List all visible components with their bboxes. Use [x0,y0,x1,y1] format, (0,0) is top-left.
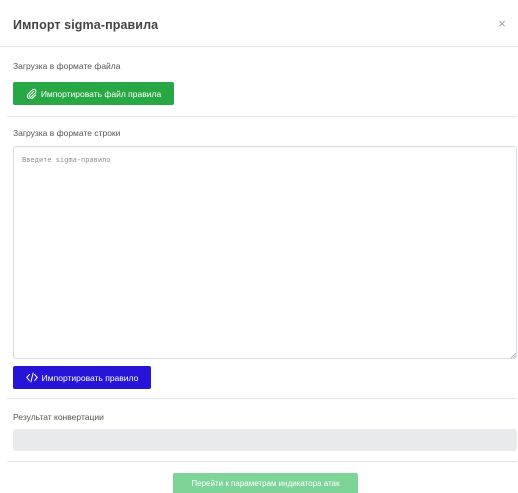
import-file-button-label: Импортировать файл правила [40,88,162,99]
conversion-result-field [13,429,517,451]
paperclip-icon [26,88,37,99]
divider [7,461,517,462]
divider [7,116,517,117]
sigma-rule-textarea[interactable] [13,146,517,359]
import-file-button[interactable]: Импортировать файл правила [13,82,174,105]
file-upload-label: Загрузка в формате файла [13,61,121,71]
conversion-result-label: Результат конвертации [13,412,104,422]
resize-handle-icon[interactable] [510,352,516,358]
code-icon [25,372,38,383]
close-icon: × [498,16,506,31]
next-button-label: Перейти к параметрам индикатора атак [191,478,340,488]
import-sigma-rule-modal: Импорт sigma-правила × Загрузка в формат… [0,0,518,493]
string-upload-label: Загрузка в формате строки [13,128,121,138]
modal-title: Импорт sigma-правила [13,18,159,32]
divider [7,398,517,399]
import-rule-button-label: Импортировать правило [41,372,139,383]
import-rule-button[interactable]: Импортировать правило [13,366,151,389]
modal-header: Импорт sigma-правила × [0,0,518,47]
go-to-attack-indicator-params-button[interactable]: Перейти к параметрам индикатора атак [173,473,358,493]
close-button[interactable]: × [494,16,510,32]
